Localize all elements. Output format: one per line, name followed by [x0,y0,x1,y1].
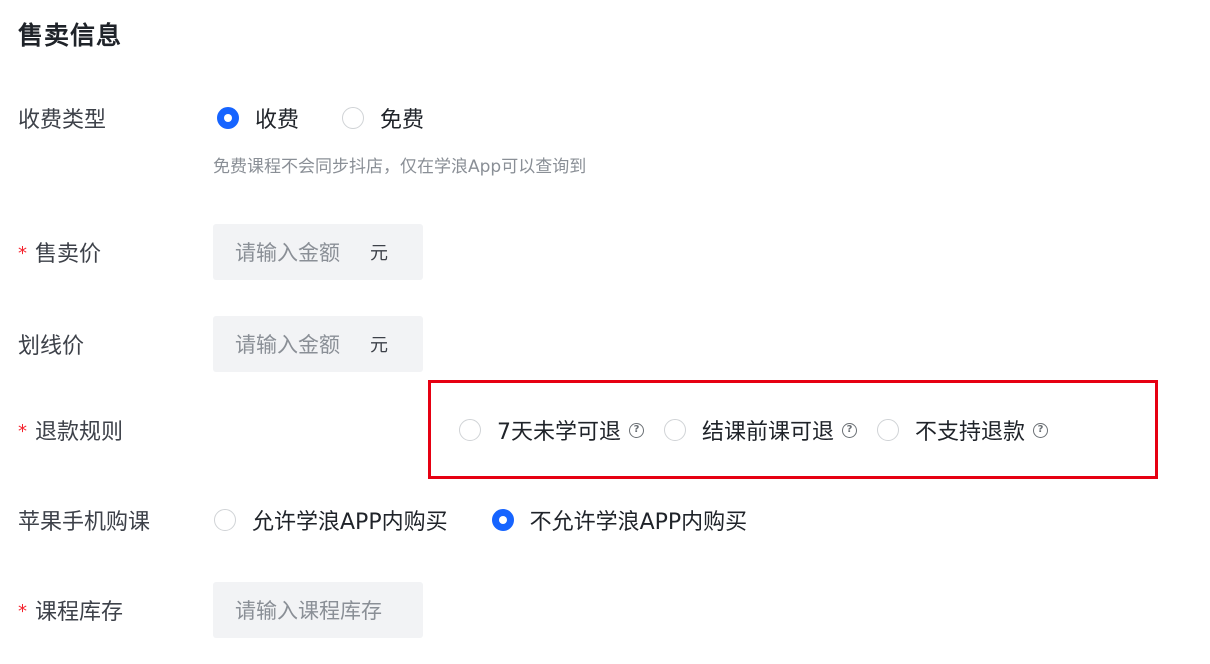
list-price-label: 划线价 [18,334,85,359]
required-mark: * [18,243,27,264]
fee-type-hint: 免费课程不会同步抖店，仅在学浪App可以查询到 [213,157,587,177]
course-stock-input[interactable]: 请输入课程库存 [213,582,423,638]
apple-option-allow[interactable]: 允许学浪APP内购买 [214,504,448,536]
radio-unchecked-icon[interactable] [342,107,365,129]
refund-rule-label-text: 退款规则 [35,420,124,445]
apple-option-label: 允许学浪APP内购买 [252,510,448,535]
fee-type-option-label: 免费 [380,108,425,133]
course-stock-label-text: 课程库存 [35,600,124,625]
apple-purchase-row: 苹果手机购课 允许学浪APP内购买 不允许学浪APP内购买 [0,492,1210,548]
apple-purchase-radio-group: 允许学浪APP内购买 不允许学浪APP内购买 [214,504,747,536]
fee-type-option-paid[interactable]: 收费 [217,102,299,134]
required-mark: * [18,421,27,442]
apple-option-disallow[interactable]: 不允许学浪APP内购买 [491,504,748,536]
course-stock-placeholder: 请输入课程库存 [235,599,382,623]
list-price-row: 划线价 请输入金额 元 [0,316,1210,372]
radio-checked-icon[interactable] [491,509,514,531]
fee-type-label: 收费类型 [18,108,107,133]
radio-unchecked-icon[interactable] [214,509,236,531]
sale-price-row: * 售卖价 请输入金额 元 [0,224,1210,280]
list-price-placeholder: 请输入金额 [235,333,340,357]
sale-price-placeholder: 请输入金额 [235,241,340,265]
highlight-box [428,380,1158,479]
sale-price-input[interactable]: 请输入金额 元 [213,224,423,280]
section-title: 售卖信息 [18,21,123,50]
list-price-input[interactable]: 请输入金额 元 [213,316,423,372]
fee-type-radio-group: 收费 免费 [217,102,424,134]
course-stock-label: * 课程库存 [18,594,123,626]
sale-price-unit: 元 [370,243,388,264]
fee-type-option-label: 收费 [255,108,300,133]
sale-price-label: * 售卖价 [18,236,101,268]
list-price-unit: 元 [370,335,388,356]
sale-price-label-text: 售卖价 [35,242,102,267]
fee-type-row: 收费类型 收费 免费 [0,90,1210,146]
apple-purchase-label: 苹果手机购课 [18,510,151,535]
required-mark: * [18,601,27,622]
course-stock-row: * 课程库存 请输入课程库存 [0,582,1210,638]
apple-option-label: 不允许学浪APP内购买 [529,510,748,535]
refund-rule-label: * 退款规则 [18,414,123,446]
radio-checked-icon[interactable] [217,107,239,129]
fee-type-option-free[interactable]: 免费 [342,102,424,134]
